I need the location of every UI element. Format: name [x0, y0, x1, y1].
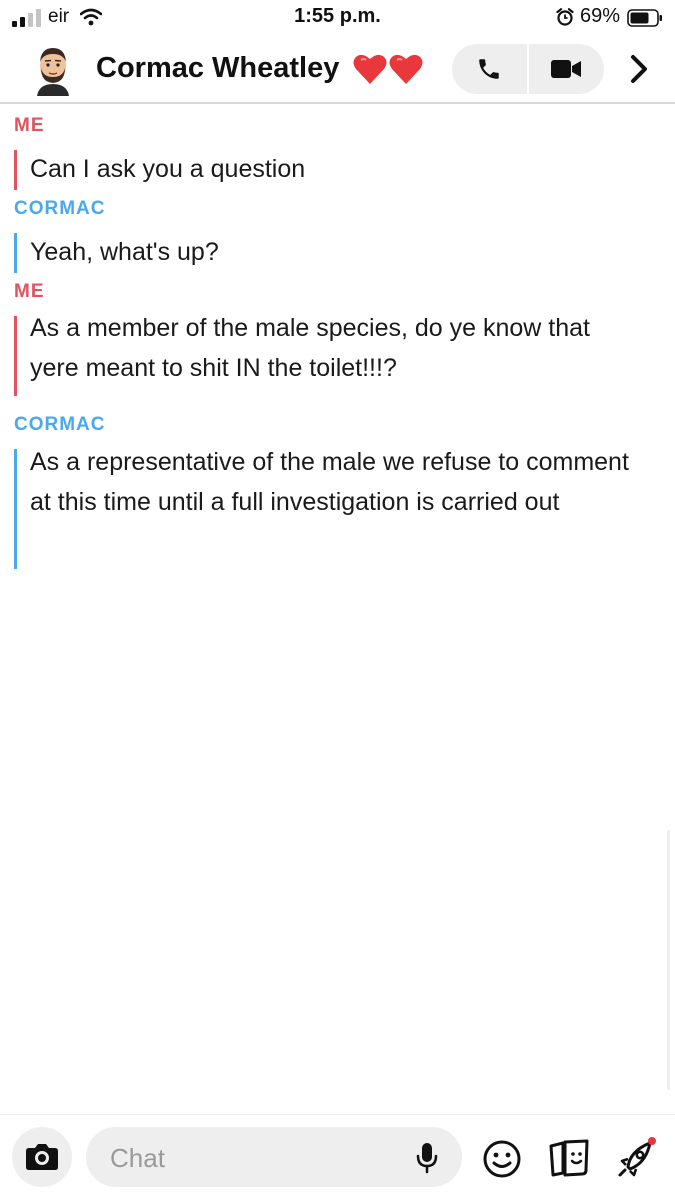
- message-accent-bar: [14, 449, 17, 569]
- alarm-icon: [556, 8, 574, 26]
- chat-header: Cormac Wheatley: [0, 36, 675, 104]
- message-sender: ME: [14, 115, 45, 136]
- message-sender: CORMAC: [14, 198, 106, 219]
- message-sender: ME: [14, 281, 45, 302]
- voice-call-button[interactable]: [452, 44, 527, 94]
- message-list: ME Can I ask you a question CORMAC Yeah,…: [0, 104, 675, 1114]
- video-icon: [551, 60, 581, 78]
- message-accent-bar: [14, 150, 17, 190]
- message-text: Yeah, what's up?: [30, 238, 219, 266]
- video-call-button[interactable]: [529, 44, 604, 94]
- rocket-icon[interactable]: [616, 1135, 660, 1179]
- contact-name[interactable]: Cormac Wheatley: [96, 52, 339, 85]
- chevron-right-icon[interactable]: [624, 52, 654, 86]
- bitmoji-avatar[interactable]: [30, 42, 76, 98]
- sticker-icon[interactable]: [547, 1137, 591, 1179]
- smiley-icon[interactable]: [482, 1139, 522, 1179]
- message-accent-bar: [14, 233, 17, 273]
- hearts-icon: [353, 54, 423, 84]
- message-sender: CORMAC: [14, 414, 106, 435]
- message-accent-bar: [14, 316, 17, 396]
- chat-input[interactable]: Chat: [86, 1127, 462, 1187]
- message-text: As a representative of the male we refus…: [30, 448, 629, 516]
- scroll-indicator[interactable]: [667, 830, 670, 1090]
- battery-icon: [627, 9, 662, 27]
- call-button-group: [452, 44, 604, 94]
- mic-icon[interactable]: [416, 1142, 438, 1174]
- composer-bar: Chat: [0, 1114, 675, 1200]
- battery-percentage: 69%: [580, 5, 621, 27]
- message-text: Can I ask you a question: [30, 155, 306, 183]
- snapchat-chat-screen: eir 1:55 p.m. 69% Cormac Wheatley ME Can…: [0, 0, 675, 1200]
- status-bar: eir 1:55 p.m. 69%: [0, 0, 675, 36]
- message-text: As a member of the male species, do ye k…: [30, 314, 590, 382]
- camera-icon: [26, 1144, 58, 1170]
- camera-button[interactable]: [12, 1127, 72, 1187]
- chat-input-placeholder: Chat: [110, 1143, 165, 1173]
- phone-icon: [479, 59, 499, 79]
